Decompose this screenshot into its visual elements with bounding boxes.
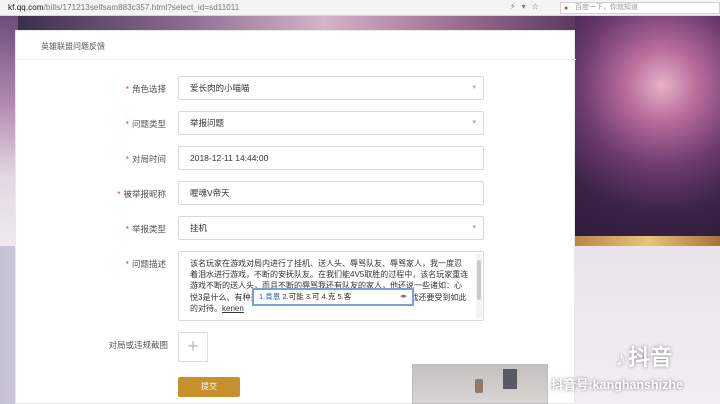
ime-composing-text: kenen <box>222 303 244 313</box>
browser-tools: ⚡ ▾ ☆ <box>510 2 539 11</box>
chevron-down-icon: ▾ <box>472 224 476 231</box>
ime-candidate-bar: 1.肯恩 2.可能 3.可 4.克 5.客 ◂▸ <box>252 288 414 306</box>
problem-type-value: 举报问题 <box>190 118 225 128</box>
required-star: * <box>125 259 129 269</box>
dropdown-icon[interactable]: ▾ <box>522 2 526 11</box>
match-time-label: * 对局时间 <box>125 154 166 164</box>
problem-type-select[interactable]: 举报问题 ▾ <box>178 111 484 135</box>
submit-button[interactable]: 提交 <box>178 377 240 397</box>
douyin-account-watermark: 抖音号:kanghanshizhe <box>551 378 683 392</box>
douyin-logo: ♪抖音 <box>616 345 673 370</box>
upload-screenshot-button[interactable]: + <box>178 332 208 362</box>
ime-candidate[interactable]: 3.可 <box>306 292 320 301</box>
webcam-object <box>475 379 483 393</box>
feedback-form-panel: 英雄联盟问题反馈 * 角色选择 爱长肉的小喵喵 ▾ * 问题类型 举报问题 ▾ * 对… <box>15 30 576 404</box>
search-placeholder: 百度一下，你就知道 <box>575 4 638 11</box>
reported-nick-value: 喔魂V帝天 <box>190 188 230 198</box>
banner-art-top <box>18 16 575 30</box>
screenshot-label: 对局或违规截图 <box>108 340 168 350</box>
reported-nick-input[interactable]: 喔魂V帝天 <box>178 181 484 205</box>
problem-type-label: * 问题类型 <box>125 119 166 129</box>
webcam-object <box>503 369 517 389</box>
browser-address-bar: kf.qq.com/bills/171213selfsam883c357.htm… <box>0 0 720 16</box>
ime-candidate[interactable]: 5.客 <box>337 292 351 301</box>
role-label: * 角色选择 <box>125 84 166 94</box>
search-engine-icon: ● <box>564 5 569 12</box>
ime-page-arrows-icon[interactable]: ◂▸ <box>400 290 407 304</box>
ime-candidate[interactable]: 1.肯恩 <box>259 292 280 301</box>
match-time-value: 2018-12-11 14:44:00 <box>190 153 269 163</box>
url-host: kf.qq.com <box>8 3 44 12</box>
match-time-input[interactable]: 2018-12-11 14:44:00 <box>178 146 484 170</box>
required-star: * <box>125 84 129 94</box>
reported-nick-label: * 被举报昵称 <box>117 189 166 199</box>
required-star: * <box>125 224 129 234</box>
ime-candidate[interactable]: 4.克 <box>322 292 336 301</box>
required-star: * <box>125 154 129 164</box>
url-path: /bills/171213selfsam883c357.html?select_… <box>43 3 240 12</box>
description-label: * 问题描述 <box>125 259 166 269</box>
webcam-overlay <box>412 364 548 404</box>
report-type-select[interactable]: 挂机 ▾ <box>178 216 484 240</box>
lightning-icon[interactable]: ⚡ <box>510 2 516 11</box>
description-textarea[interactable]: 该名玩家在游戏对局内进行了挂机、送人头、辱骂队友、辱骂家人，我一度忍着泪水进行游… <box>178 251 484 321</box>
ime-candidate[interactable]: 2.可能 <box>282 292 303 301</box>
required-star: * <box>117 189 121 199</box>
chevron-down-icon: ▾ <box>472 84 476 91</box>
report-type-label: * 举报类型 <box>125 224 166 234</box>
star-icon[interactable]: ☆ <box>532 2 539 11</box>
search-input[interactable]: ● 百度一下，你就知道 <box>560 2 720 14</box>
banner-art-right <box>575 16 720 246</box>
form-title: 英雄联盟问题反馈 <box>41 42 105 51</box>
role-value: 爱长肉的小喵喵 <box>190 83 250 93</box>
required-star: * <box>125 119 129 129</box>
chevron-down-icon: ▾ <box>472 119 476 126</box>
banner-gold-trim <box>575 236 720 246</box>
plus-icon: + <box>187 336 199 356</box>
title-divider <box>16 59 576 60</box>
role-select[interactable]: 爱长肉的小喵喵 ▾ <box>178 76 484 100</box>
scrollbar-thumb[interactable] <box>477 260 481 300</box>
textarea-scrollbar[interactable] <box>476 254 482 318</box>
music-note-icon: ♪ <box>616 348 626 370</box>
url-field[interactable]: kf.qq.com/bills/171213selfsam883c357.htm… <box>8 3 239 12</box>
report-type-value: 挂机 <box>190 223 208 233</box>
